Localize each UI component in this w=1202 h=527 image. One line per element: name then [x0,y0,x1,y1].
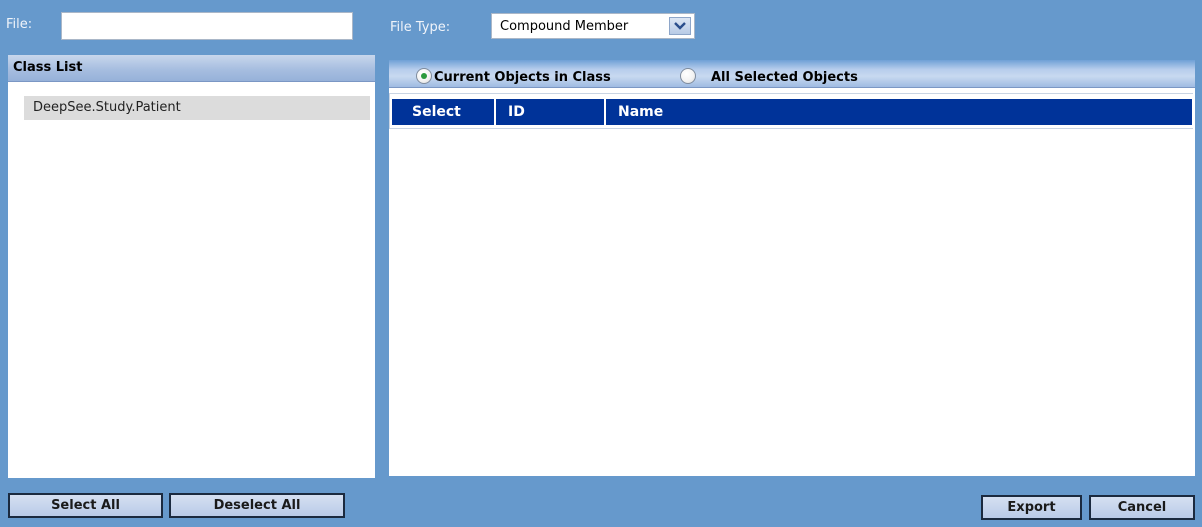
column-header-name[interactable]: Name [608,99,1192,125]
radio-selected-dot [421,73,427,79]
class-list-title: Class List [13,60,83,75]
file-type-select[interactable]: Compound Member [491,13,695,39]
radio-all-selected-objects-label[interactable]: All Selected Objects [711,70,858,85]
class-list-panel: Class List DeepSee.Study.Patient [8,55,375,478]
deselect-all-button[interactable]: Deselect All [169,493,345,518]
object-scope-header: Current Objects in Class All Selected Ob… [389,60,1195,88]
file-input[interactable] [61,12,353,40]
file-type-selected-value: Compound Member [500,19,629,34]
cancel-button[interactable]: Cancel [1089,495,1195,520]
radio-current-objects[interactable] [416,68,432,84]
radio-all-selected-objects[interactable] [680,68,696,84]
export-button[interactable]: Export [981,495,1082,520]
radio-current-objects-label[interactable]: Current Objects in Class [434,70,611,85]
objects-table-header: Select ID Name [392,99,1192,125]
objects-panel: Current Objects in Class All Selected Ob… [389,60,1195,476]
class-list-header: Class List [8,55,375,82]
chevron-down-icon[interactable] [669,17,691,35]
file-type-label: File Type: [390,20,451,35]
class-list-item[interactable]: DeepSee.Study.Patient [24,96,370,120]
select-all-button[interactable]: Select All [8,493,163,518]
column-header-id[interactable]: ID [498,99,606,125]
column-header-select[interactable]: Select [392,99,496,125]
file-label: File: [6,17,33,32]
objects-table: Select ID Name [389,93,1193,129]
